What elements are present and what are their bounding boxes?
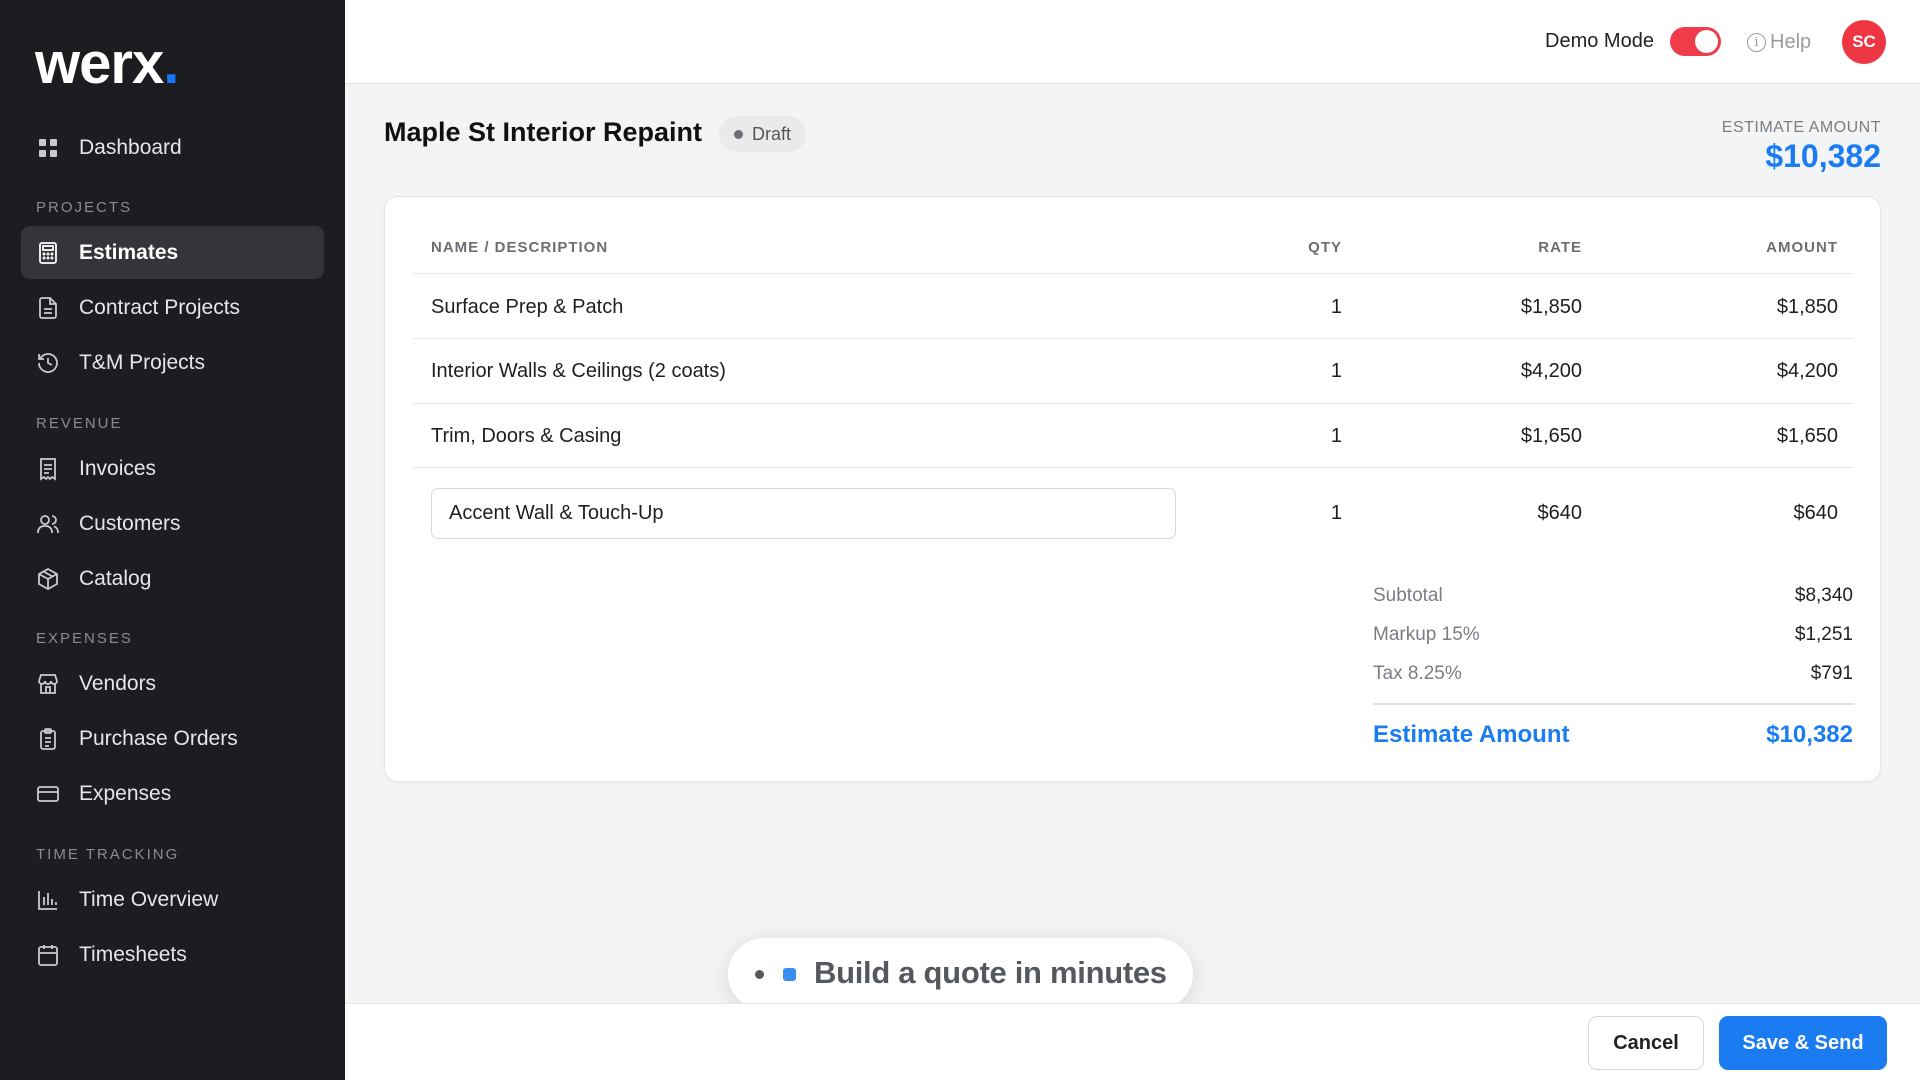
toggle-knob xyxy=(1695,30,1718,53)
row-rate[interactable]: $640 xyxy=(1538,502,1583,525)
sidebar-item-label: Catalog xyxy=(79,566,152,590)
sidebar-item-time-overview[interactable]: Time Overview xyxy=(21,873,324,926)
sidebar-item-dashboard[interactable]: Dashboard xyxy=(21,121,324,174)
sidebar-item-estimates[interactable]: Estimates xyxy=(21,226,324,279)
row-qty[interactable]: 1 xyxy=(1331,502,1342,525)
divider xyxy=(413,273,1853,274)
info-icon: i xyxy=(1747,33,1766,52)
row-amount: $640 xyxy=(1793,502,1839,524)
line-items-card: NAME / DESCRIPTION QTY RATE AMOUNT Surfa… xyxy=(384,196,1881,782)
sidebar-item-label: Vendors xyxy=(79,671,157,695)
section-label-expenses: EXPENSES xyxy=(36,630,133,647)
credit-card-icon xyxy=(36,782,60,806)
row-name: Interior Walls & Ceilings (2 coats) xyxy=(431,360,726,382)
tax-value: $791 xyxy=(1810,663,1853,684)
history-icon xyxy=(36,351,60,375)
estimate-amount-label: ESTIMATE AMOUNT xyxy=(1721,119,1881,136)
column-header-name: NAME / DESCRIPTION xyxy=(431,239,609,256)
status-label: Draft xyxy=(752,123,792,144)
toast-text: Build a quote in minutes xyxy=(814,955,1167,990)
sidebar-item-label: Invoices xyxy=(79,456,157,480)
topbar: Demo Mode i Help SC xyxy=(345,0,1920,84)
bar-chart-icon xyxy=(36,888,60,912)
calendar-icon xyxy=(36,943,60,967)
store-icon xyxy=(36,672,60,696)
grid-icon xyxy=(36,136,60,160)
sidebar-item-customers[interactable]: Customers xyxy=(21,497,324,550)
status-dot-icon xyxy=(734,129,743,139)
demo-mode-toggle[interactable] xyxy=(1670,27,1721,56)
row-qty: 1 xyxy=(1330,360,1342,382)
sidebar-item-label: Dashboard xyxy=(79,135,182,159)
page-title: Maple St Interior Repaint xyxy=(384,117,703,147)
row-name: Trim, Doors & Casing xyxy=(431,425,622,447)
sidebar-item-label: Time Overview xyxy=(79,887,219,911)
section-label-time-tracking: TIME TRACKING xyxy=(36,846,180,863)
sidebar-item-vendors[interactable]: Vendors xyxy=(21,657,324,710)
box-icon xyxy=(36,567,60,591)
clipboard-icon xyxy=(36,727,60,751)
grand-total-label: Estimate Amount xyxy=(1373,721,1570,748)
totals-divider xyxy=(1373,703,1854,705)
row-qty: 1 xyxy=(1330,296,1342,318)
section-label-revenue: REVENUE xyxy=(36,415,123,432)
sidebar-item-label: Timesheets xyxy=(79,942,187,966)
estimate-amount-value: $10,382 xyxy=(1765,138,1881,174)
row-qty: 1 xyxy=(1330,425,1342,447)
column-header-amount: AMOUNT xyxy=(1766,239,1838,256)
row-rate: $4,200 xyxy=(1520,360,1582,382)
avatar[interactable]: SC xyxy=(1842,20,1886,64)
tip-toast: Build a quote in minutes xyxy=(728,938,1193,1010)
subtotal-label: Subtotal xyxy=(1373,585,1443,606)
row-name: Surface Prep & Patch xyxy=(431,296,624,318)
status-badge: Draft xyxy=(719,116,807,152)
help-label: Help xyxy=(1770,31,1812,53)
save-send-button[interactable]: Save & Send xyxy=(1719,1016,1887,1070)
demo-mode-label: Demo Mode xyxy=(1545,30,1654,52)
grand-total-value: $10,382 xyxy=(1766,721,1853,748)
row-rate: $1,850 xyxy=(1520,296,1582,318)
column-header-rate: RATE xyxy=(1538,239,1582,256)
sidebar-item-label: Estimates xyxy=(79,240,179,264)
document-icon xyxy=(36,296,60,320)
row-amount: $1,650 xyxy=(1776,425,1838,447)
description-input[interactable] xyxy=(431,488,1176,539)
sidebar-item-label: T&M Projects xyxy=(79,350,206,374)
werx-logo[interactable]: werx. xyxy=(35,30,179,97)
sidebar-item-timesheets[interactable]: Timesheets xyxy=(21,928,324,981)
row-amount: $1,850 xyxy=(1776,296,1838,318)
receipt-icon xyxy=(36,457,60,481)
sidebar-item-purchase-orders[interactable]: Purchase Orders xyxy=(21,712,324,765)
sidebar-item-invoices[interactable]: Invoices xyxy=(21,442,324,495)
row-rate: $1,650 xyxy=(1520,425,1582,447)
calculator-icon xyxy=(36,241,60,265)
column-header-qty: QTY xyxy=(1308,239,1342,256)
cancel-button[interactable]: Cancel xyxy=(1588,1016,1704,1070)
sidebar-item-tm-projects[interactable]: T&M Projects xyxy=(21,336,324,389)
markup-label: Markup 15% xyxy=(1373,624,1480,645)
row-amount: $4,200 xyxy=(1776,360,1838,382)
sidebar-item-label: Contract Projects xyxy=(79,295,241,319)
divider xyxy=(413,467,1853,468)
divider xyxy=(413,403,1853,404)
sidebar-item-catalog[interactable]: Catalog xyxy=(21,552,324,605)
sidebar-item-expenses[interactable]: Expenses xyxy=(21,767,324,820)
subtotal-value: $8,340 xyxy=(1794,585,1853,606)
square-dot-icon xyxy=(783,968,796,981)
sidebar-item-label: Expenses xyxy=(79,781,172,805)
markup-value: $1,251 xyxy=(1794,624,1853,645)
users-icon xyxy=(36,512,60,536)
sidebar-item-contract-projects[interactable]: Contract Projects xyxy=(21,281,324,334)
section-label-projects: PROJECTS xyxy=(36,199,133,216)
dot-icon xyxy=(755,970,764,979)
sidebar-item-label: Customers xyxy=(79,511,181,535)
help-link[interactable]: i Help xyxy=(1747,31,1811,54)
sidebar: werx. Dashboard PROJECTS Estimates Contr… xyxy=(0,0,345,1080)
divider xyxy=(413,338,1853,339)
sidebar-item-label: Purchase Orders xyxy=(79,726,238,750)
tax-label: Tax 8.25% xyxy=(1373,663,1462,684)
